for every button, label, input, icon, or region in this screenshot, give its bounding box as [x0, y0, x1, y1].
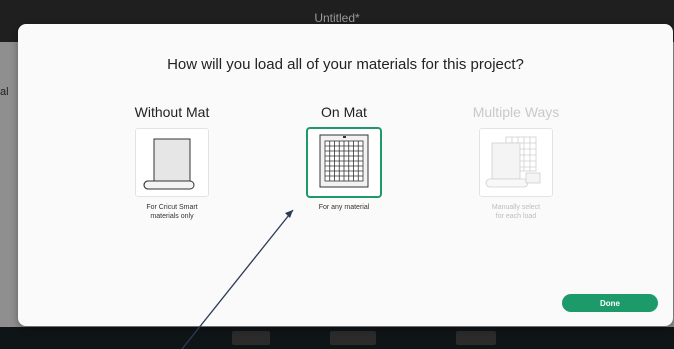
dialog-question: How will you load all of your materials … — [167, 56, 524, 73]
option-description: For any material — [318, 204, 370, 211]
mat-grid-icon — [319, 134, 369, 188]
background-mark — [232, 331, 270, 345]
window-title: Untitled* — [314, 11, 360, 25]
material-load-dialog: How will you load all of your materials … — [18, 24, 673, 326]
option-on-mat[interactable]: On Mat For any material — [274, 102, 414, 212]
multiple-ways-icon — [485, 136, 541, 188]
background-mark — [330, 331, 376, 345]
option-title: On Mat — [321, 104, 367, 120]
option-card-disabled — [479, 128, 553, 197]
option-without-mat[interactable]: Without Mat For Cricut Smart materials o… — [102, 102, 242, 221]
done-button[interactable]: Done — [562, 294, 658, 312]
option-description: Manually select for each load — [491, 204, 541, 220]
background-mark — [456, 331, 496, 345]
option-card-selected[interactable] — [307, 128, 381, 197]
option-description: For Cricut Smart materials only — [146, 204, 198, 220]
background-left-text: al — [0, 86, 9, 98]
option-multiple-ways: Multiple Ways Manually select for each l… — [446, 102, 586, 221]
option-card[interactable] — [135, 128, 209, 197]
option-title: Multiple Ways — [472, 104, 560, 120]
background-design-strip — [0, 327, 674, 349]
roll-icon — [143, 138, 195, 190]
option-title: Without Mat — [134, 104, 210, 120]
